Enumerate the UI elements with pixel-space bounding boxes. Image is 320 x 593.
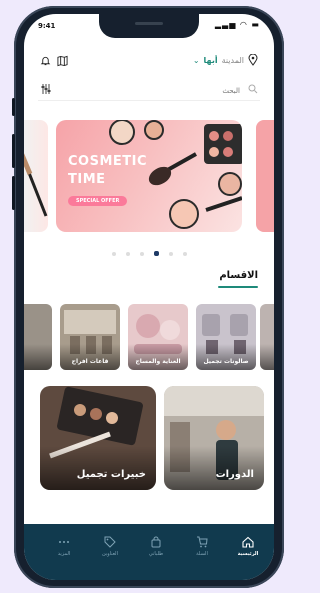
- cart-icon: [197, 536, 208, 548]
- location-pin-icon: [248, 54, 258, 66]
- speaker-grille: [135, 22, 163, 25]
- card-shade: [40, 446, 156, 490]
- tab-cart[interactable]: السلة: [182, 536, 222, 557]
- category-card-salons[interactable]: صالونات تجميل: [196, 304, 256, 370]
- courses-card[interactable]: الدورات: [164, 386, 264, 490]
- tab-addresses[interactable]: العناوين: [90, 536, 130, 557]
- mute-switch: [12, 98, 15, 116]
- search-bar: [38, 80, 260, 101]
- category-label: العناية والمساج: [135, 358, 181, 365]
- search-icon: [248, 84, 258, 94]
- top-bar: ⌄ أبها المدينة: [40, 54, 258, 70]
- notch: [99, 14, 199, 38]
- status-icons: ▂▃▅ ◠ ▬: [214, 20, 260, 29]
- category-card-peek[interactable]: [24, 304, 52, 370]
- chevron-down-icon: ⌄: [192, 55, 200, 65]
- app-screen: 9:41 ▂▃▅ ◠ ▬ ⌄ أبها المدينة البحث COSMET…: [24, 14, 274, 580]
- banner-title-line1: COSMETIC: [68, 154, 148, 169]
- card-shade: [260, 344, 274, 370]
- section-title: الاقسام: [219, 270, 258, 281]
- card-label: الدورات: [215, 469, 254, 480]
- carousel-dots: [24, 241, 274, 260]
- bag-icon: [151, 536, 161, 548]
- promo-banner[interactable]: COSMETIC TIME SPECIAL OFFER: [56, 120, 242, 232]
- search-input[interactable]: [56, 83, 242, 99]
- carousel-dot[interactable]: [182, 252, 187, 256]
- city-value: أبها: [203, 55, 218, 65]
- card-shade: [128, 344, 188, 370]
- makeup-experts-card[interactable]: خبيرات تجميل: [40, 386, 156, 490]
- category-card-peek[interactable]: [260, 304, 274, 370]
- tab-orders[interactable]: طلباتي: [136, 536, 176, 557]
- card-label: خبيرات تجميل: [76, 469, 146, 480]
- carousel-dot[interactable]: [168, 252, 173, 256]
- card-shade: [196, 344, 256, 370]
- tag-icon: [104, 536, 116, 548]
- section-underline: [218, 286, 258, 288]
- map-icon[interactable]: [57, 55, 68, 67]
- city-selector[interactable]: ⌄ أبها المدينة: [193, 54, 258, 66]
- more-icon: [59, 541, 69, 543]
- tab-label: العناوين: [102, 551, 118, 557]
- top-actions: [40, 55, 68, 67]
- tab-home[interactable]: الرئيسية: [228, 536, 268, 557]
- category-label: صالونات تجميل: [203, 358, 249, 365]
- tab-label: السلة: [196, 551, 208, 557]
- category-card-care[interactable]: العناية والمساج: [128, 304, 188, 370]
- volume-up-button: [12, 134, 15, 168]
- tab-label: طلباتي: [148, 551, 164, 557]
- bell-icon[interactable]: [40, 55, 51, 67]
- card-shade: [60, 344, 120, 370]
- banner-title-line2: TIME: [68, 172, 106, 187]
- category-card-halls[interactable]: قاعات افراح: [60, 304, 120, 370]
- tab-label: المزيد: [57, 551, 71, 557]
- banner-next-peek[interactable]: [256, 120, 274, 232]
- brush-image: [24, 153, 48, 217]
- filter-icon[interactable]: [40, 83, 52, 95]
- card-shade: [164, 446, 264, 490]
- special-offer-badge: SPECIAL OFFER: [68, 196, 128, 206]
- city-label: المدينة: [221, 55, 244, 65]
- carousel-dot[interactable]: [111, 252, 116, 256]
- bottom-nav: الرئيسية السلة طلباتي العناوين المزيد: [24, 524, 274, 580]
- tab-more[interactable]: المزيد: [44, 536, 84, 557]
- banner-prev-peek[interactable]: [24, 120, 48, 232]
- carousel-dot-active[interactable]: [153, 251, 159, 256]
- card-shade: [24, 344, 52, 370]
- carousel-dot[interactable]: [125, 252, 130, 256]
- status-time: 9:41: [38, 22, 56, 30]
- categories-row: صالونات تجميل العناية والمساج قاعات افرا…: [24, 304, 274, 372]
- home-icon: [242, 536, 254, 548]
- volume-down-button: [12, 176, 15, 210]
- carousel-dot[interactable]: [139, 252, 144, 256]
- category-label: قاعات افراح: [71, 358, 109, 365]
- tab-label: الرئيسية: [237, 551, 259, 557]
